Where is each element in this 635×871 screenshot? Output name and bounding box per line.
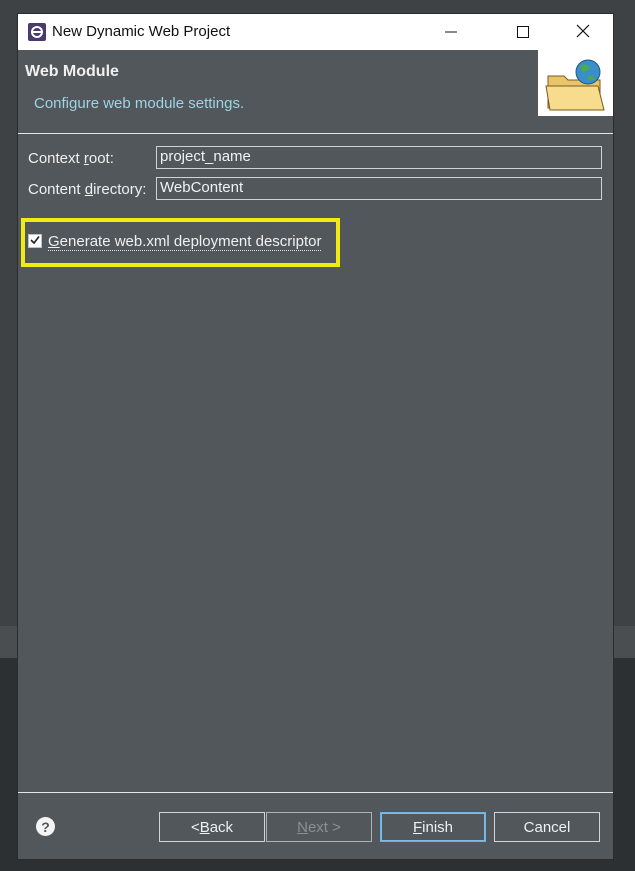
checkmark-icon [29, 233, 41, 250]
wizard-banner-image [538, 50, 613, 116]
help-icon: ? [41, 818, 50, 835]
generate-descriptor-label[interactable]: Generate web.xml deployment descriptor [48, 233, 322, 251]
cancel-button[interactable]: Cancel [494, 812, 600, 842]
maximize-button[interactable] [500, 14, 546, 50]
finish-button[interactable]: Finish [380, 812, 486, 842]
context-root-input[interactable]: project_name [156, 146, 602, 169]
web-folder-globe-icon [538, 59, 613, 120]
header-separator [18, 133, 613, 134]
page-title: Web Module [25, 63, 119, 80]
generate-descriptor-checkbox[interactable] [28, 234, 42, 248]
title-bar[interactable]: New Dynamic Web Project [18, 14, 613, 50]
minimize-icon [445, 22, 457, 43]
page-description: Configure web module settings. [34, 95, 245, 112]
close-button[interactable] [560, 14, 606, 50]
context-root-label: Context root: [28, 150, 114, 167]
wizard-header: Web Module Configure web module settings… [18, 50, 613, 134]
content-directory-input[interactable]: WebContent [156, 177, 602, 200]
back-button[interactable]: < Back [159, 812, 265, 842]
footer-separator [18, 792, 613, 793]
close-icon [576, 22, 590, 43]
help-button[interactable]: ? [36, 817, 55, 836]
next-button[interactable]: Next > [266, 812, 372, 842]
content-directory-label: Content directory: [28, 181, 147, 198]
window-title: New Dynamic Web Project [52, 23, 231, 40]
maximize-icon [517, 22, 529, 43]
eclipse-app-icon [27, 22, 47, 42]
minimize-button[interactable] [428, 14, 474, 50]
new-dynamic-web-project-dialog: New Dynamic Web Project Web Module Confi… [18, 14, 613, 859]
